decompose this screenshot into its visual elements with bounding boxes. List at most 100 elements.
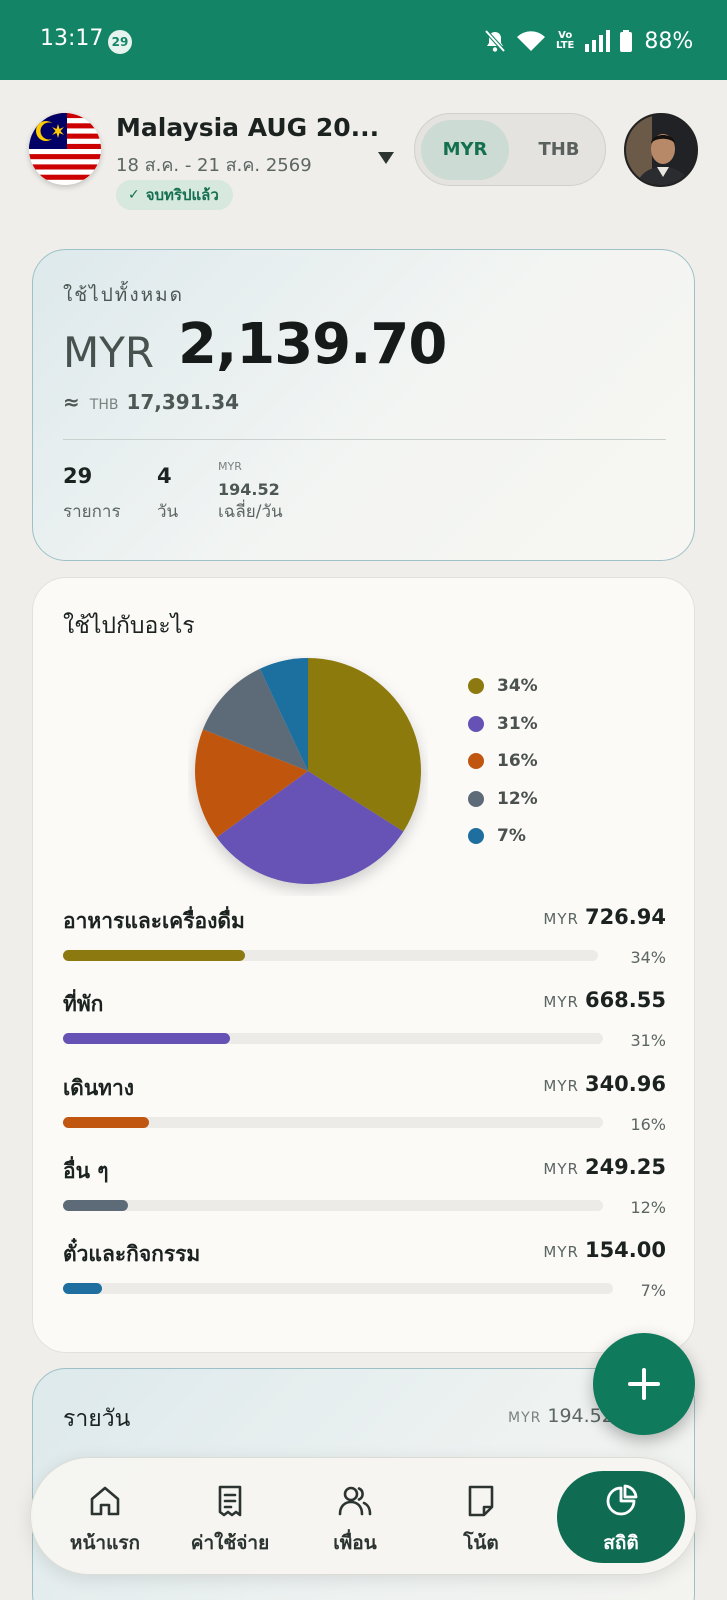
pie-chart-icon [606, 1484, 638, 1516]
nav-notes[interactable]: โน้ต [421, 1458, 541, 1576]
days-count: 4 [157, 464, 172, 488]
wifi-icon [517, 31, 545, 51]
category-row[interactable]: ที่พัก MYR 668.55 31% [63, 988, 666, 1068]
notification-badge: 29 [108, 30, 132, 54]
nav-home[interactable]: หน้าแรก [45, 1458, 165, 1576]
category-currency: MYR [543, 1159, 579, 1178]
nav-friends[interactable]: เพื่อน [295, 1458, 415, 1576]
category-progress-track [63, 1283, 613, 1295]
category-name: ที่พัก [63, 992, 104, 1017]
category-amount: MYR 726.94 [543, 905, 666, 929]
trip-dropdown-icon[interactable] [378, 152, 394, 164]
category-row[interactable]: อื่น ๆ MYR 249.25 12% [63, 1155, 666, 1235]
legend-label: 16% [497, 751, 538, 771]
nav-notes-label: โน้ต [463, 1532, 499, 1554]
legend-dot [468, 753, 484, 769]
avg-amount: 194.52 [218, 480, 280, 499]
category-title: ใช้ไปกับอะไร [63, 613, 195, 639]
signal-icon [585, 30, 611, 52]
users-icon [338, 1486, 372, 1516]
items-count: 29 [63, 464, 93, 488]
bottom-navigation: หน้าแรก ค่าใช้จ่าย เพื่อน โน้ต สถิติ [30, 1457, 697, 1575]
category-amount-value: 340.96 [584, 1071, 666, 1096]
legend-label: 7% [497, 826, 526, 846]
converted-currency: THB [89, 397, 119, 413]
category-amount: MYR 340.96 [543, 1072, 666, 1096]
category-row[interactable]: อาหารและเครื่องดื่ม MYR 726.94 34% [63, 905, 666, 985]
category-percent: 7% [640, 1281, 666, 1301]
category-amount: MYR 668.55 [543, 988, 666, 1012]
trip-status-badge: ✓ จบทริปแล้ว [116, 180, 233, 210]
category-progress-track [63, 1199, 603, 1211]
converted-amount: 17,391.34 [126, 390, 240, 414]
category-percent: 31% [630, 1031, 666, 1051]
currency-toggle[interactable]: MYR THB [414, 113, 606, 186]
legend-dot [468, 828, 484, 844]
status-icons: Vo LTE 88% [484, 26, 693, 56]
category-amount: MYR 154.00 [543, 1238, 666, 1262]
category-progress-fill [63, 1199, 128, 1211]
total-spent-card: ใช้ไปทั้งหมด MYR 2,139.70 ≈ THB 17,391.3… [32, 249, 695, 561]
status-bar: 13:17 29 Vo LTE 88% [0, 0, 727, 80]
bell-off-icon [484, 29, 506, 53]
avg-currency: MYR [218, 460, 242, 473]
battery-icon [620, 30, 633, 52]
category-currency: MYR [543, 993, 579, 1012]
avatar[interactable] [624, 113, 698, 187]
trip-title[interactable]: Malaysia AUG 20... [116, 113, 379, 142]
category-row[interactable]: ตั๋วและกิจกรรม MYR 154.00 7% [63, 1238, 666, 1318]
category-progress-track [63, 1033, 603, 1045]
category-breakdown-card: ใช้ไปกับอะไร 34% 31% 16% 12% 7% อาหารและเครื… [32, 577, 695, 1353]
currency-option-myr[interactable]: MYR [421, 120, 509, 180]
category-amount-value: 726.94 [584, 905, 666, 929]
daily-avg-currency: MYR [508, 1410, 542, 1426]
nav-friends-label: เพื่อน [333, 1532, 377, 1554]
legend-item: 12% [468, 789, 538, 809]
divider [63, 439, 666, 440]
trip-status-label: จบทริปแล้ว [145, 186, 219, 204]
category-row[interactable]: เดินทาง MYR 340.96 16% [63, 1072, 666, 1152]
legend-label: 34% [497, 676, 538, 696]
legend-item: 31% [468, 714, 538, 734]
nav-expenses-label: ค่าใช้จ่าย [190, 1532, 270, 1554]
approx-symbol: ≈ [63, 390, 80, 414]
receipt-icon [218, 1485, 242, 1517]
daily-average: MYR 194.52 [508, 1405, 614, 1427]
malaysia-flag-icon [29, 113, 101, 185]
legend-item: 7% [468, 826, 526, 846]
check-icon: ✓ [128, 187, 140, 203]
days-label: วัน [157, 502, 179, 522]
category-progress-fill [63, 1033, 231, 1045]
nav-stats[interactable]: สถิติ [557, 1471, 685, 1563]
total-converted: ≈ THB 17,391.34 [63, 390, 239, 414]
status-time: 13:17 [40, 26, 104, 51]
category-currency: MYR [543, 1243, 579, 1262]
category-amount-value: 668.55 [584, 988, 666, 1013]
plus-icon [628, 1368, 660, 1400]
category-currency: MYR [543, 910, 579, 928]
trip-dates: 18 ส.ค. - 21 ส.ค. 2569 [116, 155, 312, 176]
total-amount: 2,139.70 [178, 312, 447, 377]
pie-svg [195, 658, 421, 884]
add-expense-button[interactable] [593, 1333, 695, 1435]
category-progress-track [63, 950, 598, 961]
items-label: รายการ [63, 502, 121, 522]
category-progress-fill [63, 1283, 102, 1295]
avg-label: เฉลี่ย/วัน [218, 502, 283, 522]
daily-title: รายวัน [63, 1406, 131, 1432]
nav-expenses[interactable]: ค่าใช้จ่าย [170, 1458, 290, 1576]
category-amount-value: 154.00 [584, 1238, 666, 1263]
legend-item: 34% [468, 676, 538, 696]
category-percent: 12% [630, 1197, 666, 1217]
legend-item: 16% [468, 751, 538, 771]
category-pie-chart [188, 656, 428, 896]
category-name: อาหารและเครื่องดื่ม [63, 909, 245, 933]
currency-option-thb[interactable]: THB [515, 120, 603, 180]
nav-stats-label: สถิติ [603, 1532, 639, 1554]
legend-label: 12% [497, 788, 538, 809]
category-progress-track [63, 1116, 603, 1128]
total-currency: MYR [63, 328, 155, 377]
category-percent: 16% [630, 1114, 666, 1134]
category-progress-fill [63, 1116, 150, 1128]
home-icon [90, 1486, 120, 1516]
